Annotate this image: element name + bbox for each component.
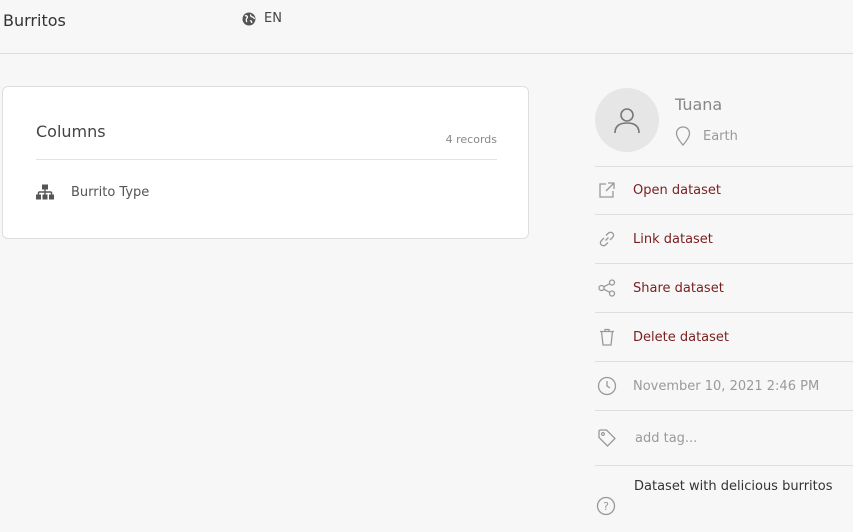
column-name: Burrito Type — [71, 184, 150, 200]
records-count: 4 records — [445, 133, 497, 146]
location-label: Earth — [703, 128, 738, 144]
open-dataset-button[interactable]: Open dataset — [595, 166, 853, 215]
share-icon — [596, 277, 618, 299]
dataset-description: ? Dataset with delicious burritos — [595, 466, 853, 532]
svg-text:?: ? — [603, 500, 609, 513]
columns-card: Columns 4 records Burrito Type — [2, 86, 529, 239]
trash-icon — [596, 326, 618, 348]
delete-dataset-label: Delete dataset — [633, 329, 729, 345]
location-pin-icon — [675, 126, 691, 146]
user-icon — [614, 108, 640, 134]
timestamp-label: November 10, 2021 2:46 PM — [633, 378, 820, 394]
open-dataset-label: Open dataset — [633, 182, 722, 198]
add-tag-field[interactable]: add tag... — [595, 411, 853, 466]
language-label: EN — [264, 11, 282, 26]
modified-timestamp: November 10, 2021 2:46 PM — [595, 362, 853, 411]
language-selector[interactable]: EN — [242, 11, 282, 26]
column-item[interactable]: Burrito Type — [35, 184, 149, 200]
description-text: Dataset with delicious burritos — [634, 479, 833, 494]
tag-icon — [596, 427, 618, 449]
link-dataset-button[interactable]: Link dataset — [595, 215, 853, 264]
help-icon[interactable]: ? — [596, 496, 616, 520]
delete-dataset-button[interactable]: Delete dataset — [595, 313, 853, 362]
external-link-icon — [596, 179, 618, 201]
user-location: Earth — [675, 126, 738, 146]
owner-profile: Tuana Earth — [595, 88, 853, 167]
add-tag-placeholder: add tag... — [635, 430, 698, 446]
globe-icon — [242, 12, 256, 25]
share-dataset-label: Share dataset — [633, 280, 724, 296]
share-dataset-button[interactable]: Share dataset — [595, 264, 853, 313]
columns-card-title: Columns — [36, 122, 106, 141]
clock-icon — [596, 375, 618, 397]
link-dataset-label: Link dataset — [633, 231, 713, 247]
hierarchy-icon — [36, 184, 54, 200]
user-name[interactable]: Tuana — [675, 95, 722, 114]
dataset-title: Burritos — [3, 11, 66, 30]
card-divider — [36, 159, 497, 160]
header-bar: Burritos EN — [0, 0, 853, 54]
avatar[interactable] — [595, 88, 659, 152]
link-icon — [596, 228, 618, 250]
